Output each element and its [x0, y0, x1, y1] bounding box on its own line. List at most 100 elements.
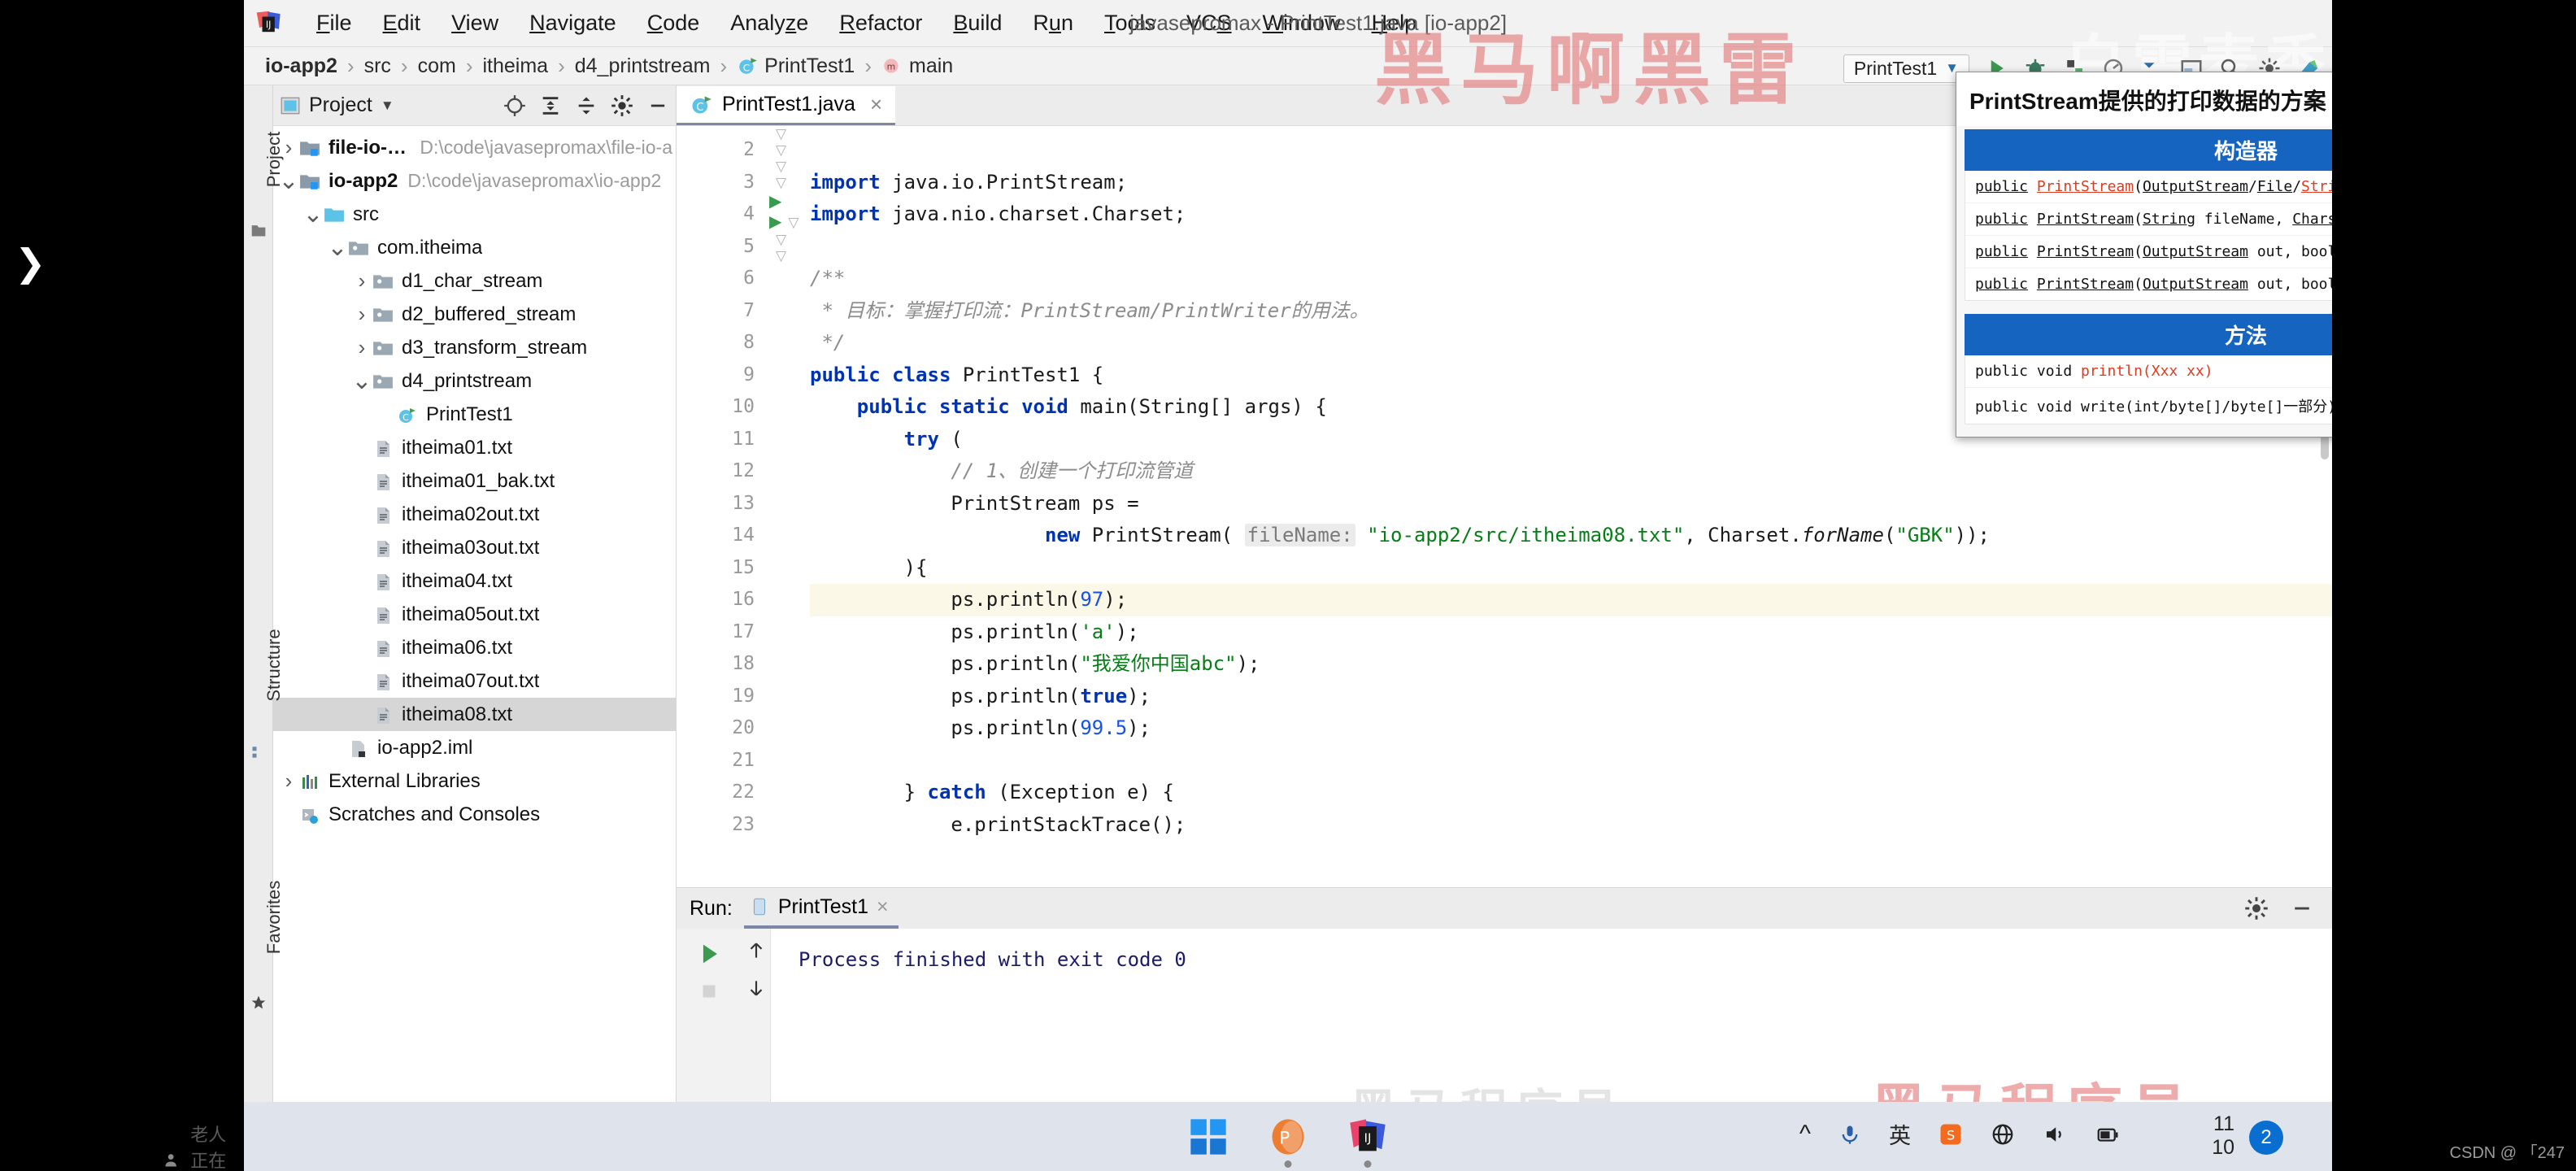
code-line-16[interactable]: ps.println(97); — [810, 584, 2332, 616]
expand-all-icon[interactable] — [539, 94, 562, 117]
code-line-21[interactable] — [810, 745, 2332, 777]
breadcrumb-item-printtest1[interactable]: C PrintTest1 — [729, 54, 863, 78]
popup-row[interactable]: public void println(Xxx xx) — [1965, 355, 2332, 388]
run-configuration-selector[interactable]: PrintTest1 ▼ — [1843, 54, 1969, 83]
expand-chevron-icon[interactable]: ❯ — [15, 244, 46, 281]
ime-chinese-icon[interactable]: 英 — [1889, 1118, 1911, 1150]
up-arrow-icon[interactable] — [746, 940, 767, 961]
tree-item-itheima05out-txt[interactable]: itheima05out.txt — [273, 598, 676, 631]
menu-analyze[interactable]: Analyze — [715, 7, 824, 39]
menu-run[interactable]: Run — [1017, 7, 1089, 39]
minimize-icon[interactable] — [2290, 896, 2314, 921]
fold-icon[interactable]: ▽ — [776, 232, 786, 247]
printstream-reference-popup[interactable]: PrintStream提供的打印数据的方案 构造器 public PrintSt… — [1956, 72, 2332, 437]
close-icon[interactable]: × — [870, 92, 882, 117]
code-line-23[interactable]: e.printStackTrace(); — [810, 809, 2332, 842]
notification-badge[interactable]: 2 — [2249, 1121, 2283, 1155]
powerpoint-icon[interactable]: P — [1267, 1116, 1309, 1168]
tree-item-external-libraries[interactable]: › External Libraries — [273, 764, 676, 798]
tree-item-file-io-app[interactable]: ›file-io-appD:\code\javasepromax\file-io… — [273, 131, 676, 164]
menu-file[interactable]: File — [301, 7, 368, 39]
windows-start-icon[interactable] — [1187, 1116, 1229, 1158]
tree-item-itheima01-txt[interactable]: itheima01.txt — [273, 431, 676, 464]
code-line-15[interactable]: ){ — [810, 552, 2332, 585]
code-line-17[interactable]: ps.println('a'); — [810, 616, 2332, 649]
breadcrumb-item-com[interactable]: com — [410, 54, 464, 78]
chevron-right-icon[interactable]: › — [351, 268, 372, 294]
fold-icon[interactable]: ▽ — [776, 159, 786, 174]
gear-icon[interactable] — [611, 94, 633, 117]
minimize-icon[interactable] — [646, 94, 669, 117]
chevron-up-icon[interactable]: ^ — [1799, 1121, 1811, 1148]
tree-item-io-app2-iml[interactable]: io-app2.iml — [273, 731, 676, 764]
popup-row[interactable]: public PrintStream(OutputStream/File/Str… — [1965, 171, 2332, 203]
breadcrumb-item-main[interactable]: m main — [873, 54, 961, 78]
code-line-22[interactable]: } catch (Exception e) { — [810, 777, 2332, 809]
popup-row[interactable]: public PrintStream(OutputStream out, boo… — [1965, 236, 2332, 268]
tool-window-favorites[interactable]: Favorites — [263, 868, 285, 966]
tree-item-scratches-and-consoles[interactable]: Scratches and Consoles — [273, 798, 676, 831]
code-line-14[interactable]: new PrintStream( fileName: "io-app2/src/… — [810, 520, 2332, 552]
run-gutter-icon[interactable]: ▶ — [769, 213, 781, 231]
tree-item-d4_printstream[interactable]: ⌄ d4_printstream — [273, 364, 676, 398]
code-line-20[interactable]: ps.println(99.5); — [810, 712, 2332, 745]
locate-icon[interactable] — [503, 94, 526, 117]
settings-icon[interactable] — [2244, 896, 2269, 921]
code-line-19[interactable]: ps.println(true); — [810, 681, 2332, 713]
menu-navigate[interactable]: Navigate — [514, 7, 632, 39]
fold-icon[interactable]: ▽ — [776, 175, 786, 190]
stop-icon[interactable] — [697, 979, 721, 1003]
editor-tab-printtest1[interactable]: C PrintTest1.java × — [677, 86, 896, 125]
tool-window-project[interactable]: Project — [263, 111, 285, 208]
tree-item-src[interactable]: ⌄ src — [273, 198, 676, 231]
close-icon[interactable]: × — [877, 895, 889, 919]
battery-icon[interactable] — [2095, 1122, 2121, 1147]
sogou-icon[interactable]: S — [1939, 1122, 1963, 1147]
chevron-down-icon[interactable]: ⌄ — [302, 202, 324, 226]
menu-build[interactable]: Build — [938, 7, 1017, 39]
chevron-down-icon[interactable]: ⌄ — [351, 368, 372, 393]
taskbar-clock[interactable]: 11 10 — [2212, 1112, 2234, 1160]
chevron-down-icon[interactable]: ▼ — [381, 98, 394, 114]
chevron-down-icon[interactable]: ⌄ — [327, 235, 348, 259]
tree-item-d1_char_stream[interactable]: › d1_char_stream — [273, 264, 676, 298]
code-line-13[interactable]: PrintStream ps = — [810, 488, 2332, 520]
tree-item-itheima02out-txt[interactable]: itheima02out.txt — [273, 498, 676, 531]
collapse-all-icon[interactable] — [575, 94, 598, 117]
microphone-icon[interactable] — [1838, 1122, 1861, 1147]
code-line-18[interactable]: ps.println("我爱你中国abc"); — [810, 648, 2332, 681]
tree-item-itheima03out-txt[interactable]: itheima03out.txt — [273, 531, 676, 564]
breadcrumb-item-io-app2[interactable]: io-app2 — [257, 54, 346, 78]
tool-window-structure[interactable]: Structure — [263, 616, 285, 714]
tree-item-itheima04-txt[interactable]: itheima04.txt — [273, 564, 676, 598]
down-arrow-icon[interactable] — [746, 977, 767, 999]
tree-item-itheima06-txt[interactable]: itheima06.txt — [273, 631, 676, 664]
menu-code[interactable]: Code — [632, 7, 716, 39]
fold-icon[interactable]: ▽ — [776, 126, 786, 141]
run-tab-printtest1[interactable]: PrintTest1 × — [743, 888, 899, 929]
chevron-right-icon[interactable]: › — [278, 768, 299, 794]
tree-item-d3_transform_stream[interactable]: › d3_transform_stream — [273, 331, 676, 364]
breadcrumb-item-d4-printstream[interactable]: d4_printstream — [567, 54, 719, 78]
network-icon[interactable] — [1991, 1122, 2015, 1147]
breadcrumb-item-src[interactable]: src — [356, 54, 399, 78]
popup-row[interactable]: public PrintStream(OutputStream out, boo… — [1965, 268, 2332, 300]
tree-item-d2_buffered_stream[interactable]: › d2_buffered_stream — [273, 298, 676, 331]
fold-icon[interactable]: ▽ — [776, 248, 786, 263]
intellij-icon[interactable]: IJ — [1347, 1116, 1389, 1168]
code-line-12[interactable]: // 1、创建一个打印流管道 — [810, 455, 2332, 488]
run-gutter-icon[interactable]: ▶ — [769, 193, 781, 211]
menu-edit[interactable]: Edit — [368, 7, 437, 39]
tree-item-itheima01_bak-txt[interactable]: itheima01_bak.txt — [273, 464, 676, 498]
chevron-right-icon[interactable]: › — [351, 302, 372, 327]
run-console-output[interactable]: Process finished with exit code 0 — [771, 929, 2332, 1102]
chevron-right-icon[interactable]: › — [351, 335, 372, 360]
fold-icon[interactable]: ▽ — [776, 142, 786, 158]
breadcrumb-item-itheima[interactable]: itheima — [474, 54, 556, 78]
project-tree[interactable]: › file-io-app D:\code\javasepromax\file-io… — [273, 126, 676, 1102]
rerun-icon[interactable] — [695, 940, 723, 968]
tree-item-printtest1[interactable]: C PrintTest1 — [273, 398, 676, 431]
popup-row[interactable]: public void write(int/byte[]/byte[]一部分) — [1965, 388, 2332, 424]
tree-item-io-app2[interactable]: ⌄ io-app2 D:\code\javasepromax\io-app2 — [273, 164, 676, 198]
menu-refactor[interactable]: Refactor — [824, 7, 938, 39]
